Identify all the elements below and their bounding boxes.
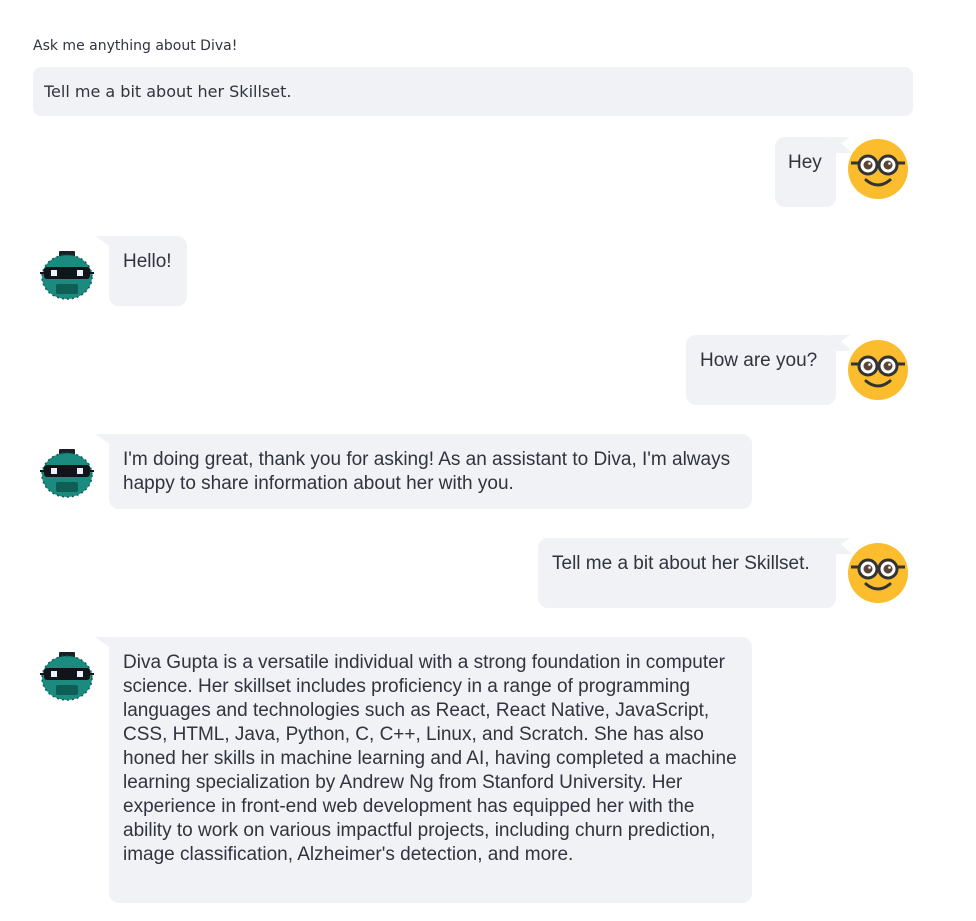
- bot-message-bubble: Diva Gupta is a versatile individual wit…: [109, 637, 752, 903]
- message-text: I'm doing great, thank you for asking! A…: [123, 449, 731, 494]
- message-text: Diva Gupta is a versatile individual wit…: [123, 652, 737, 865]
- message-text: Hey: [788, 152, 822, 173]
- nerd-face-icon: [848, 543, 908, 603]
- user-message-bubble: How are you?: [686, 335, 852, 405]
- chat-message-bot: Hello!: [0, 236, 976, 306]
- robot-icon: [37, 642, 97, 702]
- chat-input[interactable]: [33, 67, 913, 116]
- user-message-bubble: Hey: [775, 137, 852, 207]
- chat-input-label: Ask me anything about Diva!: [33, 38, 238, 54]
- chat-message-bot: I'm doing great, thank you for asking! A…: [0, 434, 976, 509]
- message-text: Tell me a bit about her Skillset.: [552, 553, 810, 574]
- chat-message-user: How are you?: [0, 335, 976, 405]
- chat-message-bot: Diva Gupta is a versatile individual wit…: [0, 637, 976, 905]
- message-text: How are you?: [700, 350, 818, 371]
- bot-message-bubble: Hello!: [109, 236, 187, 306]
- robot-icon: [37, 439, 97, 499]
- message-text: Hello!: [123, 251, 172, 272]
- robot-icon: [37, 241, 97, 301]
- chat-message-user: Hey: [0, 137, 976, 207]
- chat-message-user: Tell me a bit about her Skillset.: [0, 538, 976, 608]
- nerd-face-icon: [848, 340, 908, 400]
- user-message-bubble: Tell me a bit about her Skillset.: [538, 538, 852, 608]
- bot-message-bubble: I'm doing great, thank you for asking! A…: [109, 434, 752, 509]
- nerd-face-icon: [848, 139, 908, 199]
